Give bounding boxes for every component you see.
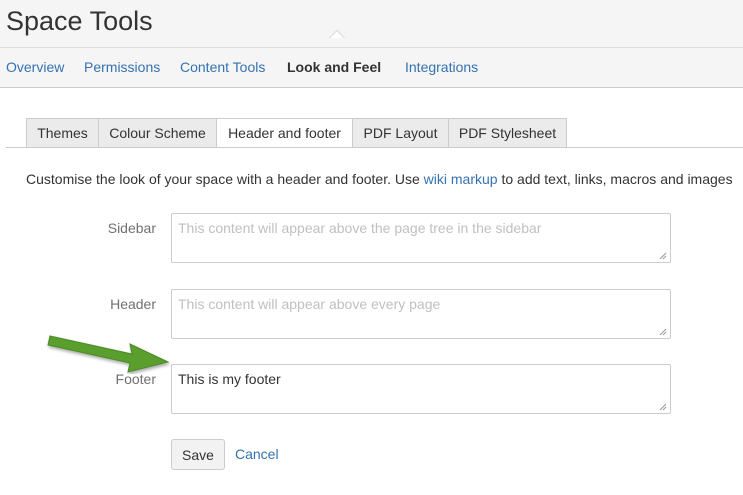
header-footer-description: Customise the look of your space with a … [26, 170, 733, 188]
page-header: Space Tools Overview Permissions Content… [0, 0, 743, 88]
nav-item-content-tools[interactable]: Content Tools [180, 48, 265, 86]
arrow-right-icon [47, 335, 170, 373]
space-tools-nav: Overview Permissions Content Tools Look … [0, 48, 743, 86]
tab-colour-scheme[interactable]: Colour Scheme [98, 118, 217, 147]
description-text: Customise the look of your space with a … [26, 171, 424, 187]
description-text-end: to add text, links, macros and images [497, 171, 733, 187]
tabs-baseline [6, 147, 743, 148]
save-button[interactable]: Save [171, 439, 225, 470]
cancel-link[interactable]: Cancel [235, 446, 279, 462]
nav-item-overview[interactable]: Overview [6, 48, 64, 86]
nav-item-permissions[interactable]: Permissions [84, 48, 160, 86]
nav-item-look-and-feel[interactable]: Look and Feel [287, 48, 381, 86]
tab-pdf-layout[interactable]: PDF Layout [352, 118, 449, 147]
footer-field[interactable] [171, 364, 671, 414]
sidebar-field[interactable] [171, 213, 671, 263]
tab-pdf-stylesheet[interactable]: PDF Stylesheet [448, 118, 567, 147]
page-title: Space Tools [6, 6, 153, 36]
nav-item-integrations[interactable]: Integrations [405, 48, 478, 86]
tab-header-and-footer[interactable]: Header and footer [216, 118, 353, 148]
header-label: Header [110, 296, 156, 312]
sidebar-label: Sidebar [107, 220, 156, 236]
tab-themes[interactable]: Themes [26, 118, 99, 147]
wiki-markup-link[interactable]: wiki markup [424, 171, 498, 187]
header-field[interactable] [171, 289, 671, 339]
active-nav-indicator [330, 31, 344, 38]
